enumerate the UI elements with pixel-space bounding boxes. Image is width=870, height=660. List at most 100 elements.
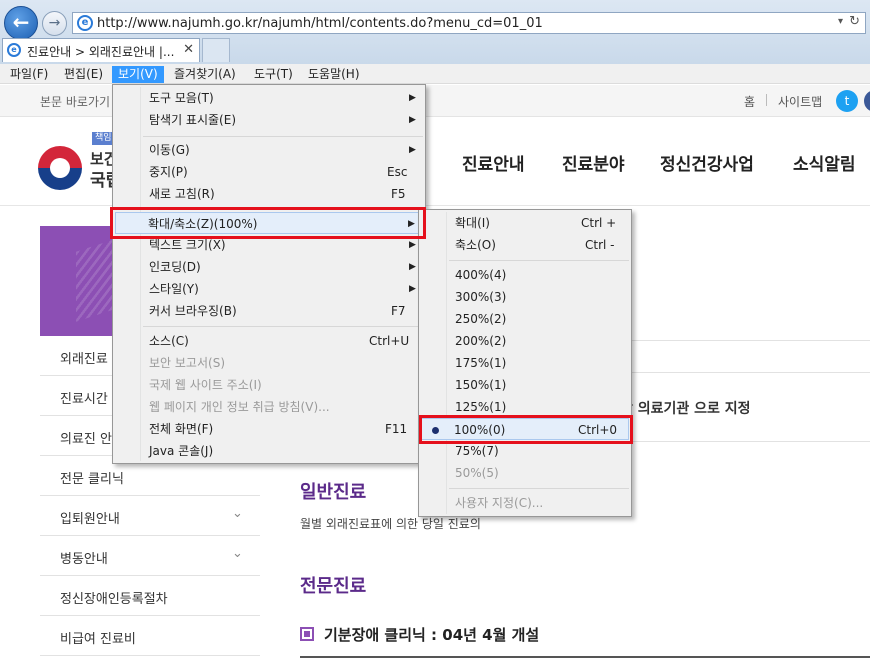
menu-edit[interactable]: 편집(E) [58,66,109,83]
menu-item-shortcut: Ctrl+U [369,334,410,348]
square-bullet-icon [300,627,314,641]
gnb-item-mental-health[interactable]: 정신건강사업 [660,150,754,175]
view-menu-item-zoom[interactable]: 확대/축소(Z)(100%) ▶ [115,212,423,234]
zoom-item-zoom-in[interactable]: 확대(I) Ctrl + [421,212,629,234]
view-menu-item-explorer-bars[interactable]: 탐색기 표시줄(E) ▶ [115,109,423,131]
tab-close-icon[interactable]: ✕ [183,42,194,57]
refresh-icon[interactable]: ↻ [849,14,860,29]
menu-item-shortcut: Esc [387,165,408,179]
gnb-item-care-guide[interactable]: 진료안내 [462,150,525,175]
menu-tools[interactable]: 도구(T) [248,66,299,83]
menu-item-label: 탐색기 표시줄(E) [149,113,237,127]
menu-item-label: 175%(1) [455,356,507,370]
menu-item-shortcut: Ctrl + [581,216,617,230]
lnb-item-label: 병동안내 [60,552,108,567]
menu-item-shortcut: F5 [391,187,406,201]
gnb-item-news[interactable]: 소식알림 [793,150,856,175]
lnb-item-label: 외래진료 [60,352,108,367]
menu-item-label: 보안 보고서(S) [149,356,225,370]
table-top-border [300,656,870,658]
view-menu-item-source[interactable]: 소스(C) Ctrl+U [115,330,423,352]
menu-item-label: 100%(0) [454,423,506,437]
menu-item-shortcut: F11 [385,422,408,436]
zoom-item-custom: 사용자 지정(C)... [421,492,629,514]
lnb-item-admission[interactable]: 입퇴원안내 ⌄ [40,496,260,536]
lnb-item-label: 비급여 진료비 [60,632,136,647]
radio-selected-icon [432,427,439,434]
lnb-item-fees[interactable]: 비급여 진료비 [40,616,260,656]
view-menu-item-java-console[interactable]: Java 콘솔(J) [115,440,423,462]
zoom-item-75[interactable]: 75%(7) [421,440,629,462]
zoom-item-250[interactable]: 250%(2) [421,308,629,330]
back-button[interactable]: ← [4,6,38,40]
menu-item-label: 200%(2) [455,334,507,348]
forward-button[interactable]: → [42,11,67,36]
tab-title: 진료안내 > 외래진료안내 |... [27,45,175,59]
zoom-item-200[interactable]: 200%(2) [421,330,629,352]
menu-favorites[interactable]: 즐겨찾기(A) [168,66,242,83]
zoom-item-100[interactable]: 100%(0) Ctrl+0 [421,418,629,440]
designation-text: 상 의료기관 으로 지정 [620,401,751,417]
zoom-submenu: 확대(I) Ctrl + 축소(O) Ctrl - 400%(4) 300%(3… [418,209,632,517]
view-menu-item-refresh[interactable]: 새로 고침(R) F5 [115,183,423,205]
browser-chrome: ← → e http://www.najumh.go.kr/najumh/htm… [0,0,870,64]
browser-tab[interactable]: e 진료안내 > 외래진료안내 |... ✕ [2,38,200,62]
zoom-item-150[interactable]: 150%(1) [421,374,629,396]
menu-item-label: Java 콘솔(J) [149,444,214,458]
sitemap-link[interactable]: 사이트맵 [778,93,822,110]
menu-item-label: 도구 모음(T) [149,91,214,105]
menu-item-label: 이동(G) [149,143,190,157]
view-menu-item-caret-browsing[interactable]: 커서 브라우징(B) F7 [115,300,423,322]
skip-to-content-link[interactable]: 본문 바로가기 [40,93,110,110]
view-menu-item-text-size[interactable]: 텍스트 크기(X) ▶ [115,234,423,256]
zoom-item-zoom-out[interactable]: 축소(O) Ctrl - [421,234,629,256]
gnb-item-care-fields[interactable]: 진료분야 [562,150,625,175]
submenu-arrow-icon: ▶ [409,115,416,125]
view-menu-item-toolbars[interactable]: 도구 모음(T) ▶ [115,87,423,109]
twitter-icon[interactable]: t [836,90,858,112]
view-menu-item-encoding[interactable]: 인코딩(D) ▶ [115,256,423,278]
menu-item-label: 국제 웹 사이트 주소(I) [149,378,262,392]
submenu-arrow-icon: ▶ [409,145,416,155]
submenu-arrow-icon: ▶ [409,240,416,250]
menu-item-label: 웹 페이지 개인 정보 취급 방침(V)... [149,400,330,414]
menu-separator [143,326,423,327]
home-link[interactable]: 홈 [744,93,755,110]
view-menu-item-style[interactable]: 스타일(Y) ▶ [115,278,423,300]
menu-item-label: 사용자 지정(C)... [455,496,544,510]
lnb-item-label: 의료진 안 [60,432,112,447]
menu-view[interactable]: 보기(V) [112,66,164,83]
menu-item-label: 중지(P) [149,165,188,179]
menu-item-shortcut: F7 [391,304,406,318]
view-menu-item-stop[interactable]: 중지(P) Esc [115,161,423,183]
view-menu-item-privacy-policy: 웹 페이지 개인 정보 취급 방침(V)... [115,396,423,418]
menu-separator [143,136,423,137]
zoom-item-300[interactable]: 300%(3) [421,286,629,308]
address-bar[interactable]: e http://www.najumh.go.kr/najumh/html/co… [72,12,866,34]
view-menu-item-go-to[interactable]: 이동(G) ▶ [115,139,423,161]
menu-item-label: 50%(5) [455,466,499,480]
ie-page-icon: e [77,15,93,31]
section-title-general: 일반진료 [300,482,367,503]
menu-help[interactable]: 도움말(H) [302,66,366,83]
address-url[interactable]: http://www.najumh.go.kr/najumh/html/cont… [97,16,543,31]
lnb-item-ward[interactable]: 병동안내 ⌄ [40,536,260,576]
address-dropdown-icon[interactable]: ▾ [838,16,843,27]
taegeuk-logo-icon[interactable] [38,146,82,190]
facebook-icon[interactable] [864,90,870,112]
divider [766,94,767,106]
zoom-item-50: 50%(5) [421,462,629,484]
new-tab-button[interactable] [202,38,230,62]
menu-item-label: 확대/축소(Z)(100%) [148,217,258,231]
chevron-down-icon[interactable]: ⌄ [232,546,243,561]
zoom-item-125[interactable]: 125%(1) [421,396,629,418]
menu-item-label: 400%(4) [455,268,507,282]
menu-file[interactable]: 파일(F) [4,66,54,83]
lnb-item-registration[interactable]: 정신장애인등록절차 [40,576,260,616]
menu-item-label: 확대(I) [455,216,490,230]
zoom-item-175[interactable]: 175%(1) [421,352,629,374]
chevron-down-icon[interactable]: ⌄ [232,506,243,521]
menu-item-label: 스타일(Y) [149,282,199,296]
view-menu-item-full-screen[interactable]: 전체 화면(F) F11 [115,418,423,440]
zoom-item-400[interactable]: 400%(4) [421,264,629,286]
